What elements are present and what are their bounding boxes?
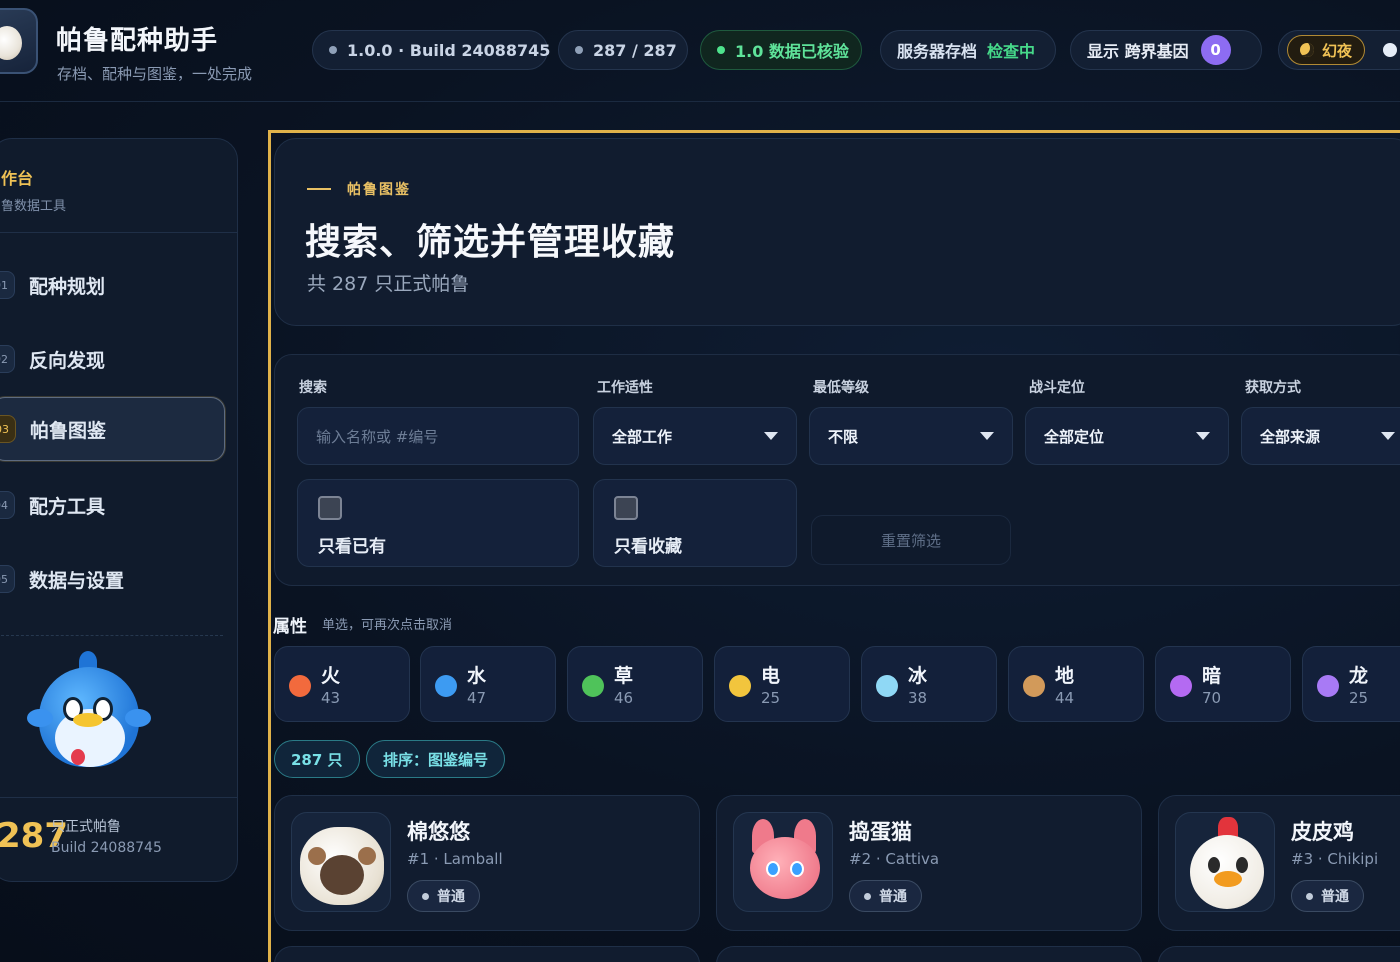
combat-filter-select[interactable]: 全部定位 [1025,407,1229,465]
top-bar: 帕鲁配种助手 存档、配种与图鉴，一处完成 1.0.0 · Build 24088… [0,0,1400,102]
page-eyebrow: 帕鲁图鉴 [307,179,411,199]
page-subtitle: 共 287 只正式帕鲁 [307,273,470,295]
cross-gene-toggle[interactable]: 显示 跨界基因 0 [1070,30,1262,70]
reset-filters-button[interactable]: 重置筛选 [811,515,1011,565]
attribute-dragon[interactable]: 龙 25 [1302,646,1400,722]
chevron-down-icon [1196,432,1210,440]
checkbox-icon [318,496,342,520]
pal-card-partial [716,946,1142,962]
version-badge: 1.0.0 · Build 24088745 [312,30,550,70]
chikipi-icon [1175,812,1275,912]
electric-element-icon [729,675,751,697]
sidebar-item-data-settings[interactable]: 05 数据与设置 [0,547,225,611]
page-title: 搜索、筛选并管理收藏 [305,222,676,263]
sidebar: 作台 鲁数据工具 01 配种规划 02 反向发现 03 帕鲁图鉴 04 配方工具… [0,138,238,882]
rarity-badge: 普通 [407,880,480,912]
sidebar-footer: 287 只正式帕鲁 Build 24088745 [0,797,237,881]
app-subtitle: 存档、配种与图鉴，一处完成 [57,65,253,83]
pal-number: #2 · Cattiva [849,850,940,868]
pal-card-partial [1158,946,1400,962]
pal-number: #1 · Lamball [407,850,503,868]
attribute-dark[interactable]: 暗 70 [1155,646,1291,722]
ice-element-icon [876,675,898,697]
ground-element-icon [1023,675,1045,697]
status-dot-icon [717,46,725,54]
chevron-down-icon [980,432,994,440]
attribute-electric[interactable]: 电 25 [714,646,850,722]
server-save-button[interactable]: 服务器存档 检查中 [880,30,1056,70]
pal-number: #3 · Chikipi [1291,850,1379,868]
level-filter-select[interactable]: 不限 [809,407,1013,465]
cross-gene-count-badge: 0 [1200,35,1231,65]
work-filter-select[interactable]: 全部工作 [593,407,797,465]
sidebar-header: 作台 鲁数据工具 [0,161,237,233]
rarity-badge: 普通 [1291,880,1364,912]
dark-element-icon [1170,675,1192,697]
search-label: 搜索 [299,380,327,396]
moon-icon [1300,43,1314,57]
sidebar-item-paldeck[interactable]: 03 帕鲁图鉴 [0,397,225,461]
owned-only-checkbox[interactable]: 只看已有 [297,479,579,567]
favorites-only-checkbox[interactable]: 只看收藏 [593,479,797,567]
chevron-down-icon [1381,432,1395,440]
cattiva-icon [733,812,833,912]
result-count-chip: 287 只 [274,740,360,778]
app-title: 帕鲁配种助手 [56,26,219,56]
water-element-icon [435,675,457,697]
pal-name: 棉悠悠 [407,820,470,844]
app-logo [0,8,38,74]
sidebar-divider [1,635,223,636]
sidebar-item-recipe-tools[interactable]: 04 配方工具 [0,473,225,537]
source-filter-select[interactable]: 全部来源 [1241,407,1400,465]
attribute-ground[interactable]: 地 44 [1008,646,1144,722]
checkbox-icon [614,496,638,520]
theme-button[interactable]: 幻夜 [1287,35,1366,65]
pal-card[interactable]: 捣蛋猫 #2 · Cattiva 普通 [716,795,1142,931]
fire-element-icon [289,675,311,697]
level-filter-label: 最低等级 [813,380,869,396]
pal-name: 皮皮鸡 [1291,820,1354,844]
pal-card[interactable]: 棉悠悠 #1 · Lamball 普通 [274,795,700,931]
server-status: 检查中 [987,42,1036,61]
sidebar-item-reverse-discovery[interactable]: 02 反向发现 [0,327,225,391]
pal-name: 捣蛋猫 [849,820,912,844]
filter-panel: 搜索 输入名称或 #编号 工作适性 全部工作 最低等级 不限 战斗定位 全部定位… [274,354,1400,586]
attribute-section-title: 属性 [273,617,307,637]
dragon-element-icon [1317,675,1339,697]
pal-card-partial [274,946,700,962]
lamball-icon [291,812,391,912]
sidebar-item-breeding-plan[interactable]: 01 配种规划 [0,253,225,317]
page-hero: 帕鲁图鉴 搜索、筛选并管理收藏 共 287 只正式帕鲁 [274,138,1400,326]
search-input[interactable]: 输入名称或 #编号 [297,407,579,465]
source-filter-label: 获取方式 [1245,380,1301,396]
sort-chip[interactable]: 排序：图鉴编号 [366,740,506,778]
pal-card[interactable]: 皮皮鸡 #3 · Chikipi 普通 [1158,795,1400,931]
attribute-water[interactable]: 水 47 [420,646,556,722]
attribute-ice[interactable]: 冰 38 [861,646,997,722]
rarity-badge: 普通 [849,880,922,912]
attribute-grass[interactable]: 草 46 [567,646,703,722]
combat-filter-label: 战斗定位 [1029,380,1085,396]
theme-switcher: 幻夜 [1278,30,1400,70]
work-filter-label: 工作适性 [597,380,653,396]
status-dot-icon [329,46,337,54]
theme-option-icon[interactable] [1383,43,1398,57]
attribute-fire[interactable]: 火 43 [274,646,410,722]
data-verified-badge: 1.0 数据已核验 [700,30,862,70]
chevron-down-icon [764,432,778,440]
attribute-hint: 单选，可再次点击取消 [322,618,453,633]
grass-element-icon [582,675,604,697]
status-dot-icon [575,46,583,54]
pal-count-badge: 287 / 287 [558,30,688,70]
penguin-mascot-icon [27,649,159,779]
